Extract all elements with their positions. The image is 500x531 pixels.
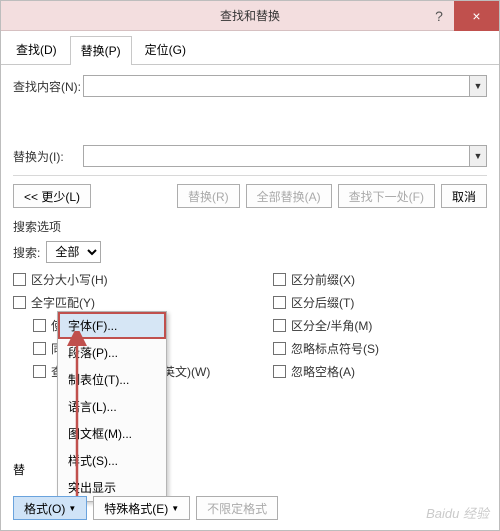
- close-button[interactable]: ×: [454, 1, 499, 31]
- dialog-title: 查找和替换: [220, 7, 280, 24]
- find-dropdown-button[interactable]: ▼: [469, 75, 487, 97]
- format-button[interactable]: 格式(O)▼: [13, 496, 87, 520]
- replace-row: 替换为(I): ▼: [13, 145, 487, 167]
- chevron-down-icon: ▼: [474, 81, 483, 91]
- check-ignore-space[interactable]: 忽略空格(A): [273, 363, 379, 380]
- check-match-case[interactable]: 区分大小写(H): [13, 271, 273, 288]
- checkbox-icon: [273, 273, 286, 286]
- check-prefix[interactable]: 区分前缀(X): [273, 271, 379, 288]
- titlebar-buttons: ? ×: [424, 1, 499, 31]
- checkbox-icon: [13, 296, 26, 309]
- menu-style[interactable]: 样式(S)...: [58, 447, 166, 474]
- check-suffix[interactable]: 区分后缀(T): [273, 294, 379, 311]
- replace-combo: ▼: [83, 145, 487, 167]
- tabs: 查找(D) 替换(P) 定位(G): [1, 31, 499, 65]
- replace-dropdown-button[interactable]: ▼: [469, 145, 487, 167]
- search-scope-label: 搜索:: [13, 244, 40, 261]
- replace-label: 替换为(I):: [13, 148, 83, 165]
- check-ignore-punct[interactable]: 忽略标点符号(S): [273, 340, 379, 357]
- checkbox-icon: [33, 365, 46, 378]
- bottom-buttons: 格式(O)▼ 特殊格式(E)▼ 不限定格式: [13, 496, 278, 520]
- tab-replace[interactable]: 替换(P): [70, 36, 132, 65]
- help-button[interactable]: ?: [424, 1, 454, 31]
- search-scope-row: 搜索: 全部: [13, 241, 487, 263]
- check-whole-word[interactable]: 全字匹配(Y): [13, 294, 273, 311]
- check-full-half-width[interactable]: 区分全/半角(M): [273, 317, 379, 334]
- no-formatting-button[interactable]: 不限定格式: [196, 496, 278, 520]
- search-options-title: 搜索选项: [13, 218, 487, 235]
- find-replace-dialog: 查找和替换 ? × 查找(D) 替换(P) 定位(G) 查找内容(N): ▼ 替…: [0, 0, 500, 531]
- checkbox-icon: [273, 365, 286, 378]
- less-button[interactable]: << 更少(L): [13, 184, 91, 208]
- checkbox-icon: [273, 296, 286, 309]
- menu-language[interactable]: 语言(L)...: [58, 393, 166, 420]
- divider: [13, 175, 487, 176]
- cancel-button[interactable]: 取消: [441, 184, 487, 208]
- menu-tabs[interactable]: 制表位(T)...: [58, 366, 166, 393]
- watermark: Baidu 经验: [426, 503, 489, 522]
- replace-button[interactable]: 替换(R): [177, 184, 240, 208]
- search-scope-select[interactable]: 全部: [46, 241, 101, 263]
- checkbox-icon: [33, 319, 46, 332]
- checkbox-icon: [13, 273, 26, 286]
- tab-goto[interactable]: 定位(G): [134, 35, 197, 64]
- special-format-button[interactable]: 特殊格式(E)▼: [93, 496, 190, 520]
- options-right: 区分前缀(X) 区分后缀(T) 区分全/半角(M) 忽略标点符号(S) 忽略空格…: [273, 271, 379, 380]
- menu-font[interactable]: 字体(F)...: [58, 312, 166, 339]
- replace-all-button[interactable]: 全部替换(A): [246, 184, 332, 208]
- replace-input[interactable]: [83, 145, 469, 167]
- format-popup-menu: 字体(F)... 段落(P)... 制表位(T)... 语言(L)... 图文框…: [57, 311, 167, 502]
- menu-frame[interactable]: 图文框(M)...: [58, 420, 166, 447]
- find-input[interactable]: [83, 75, 469, 97]
- action-buttons: << 更少(L) 替换(R) 全部替换(A) 查找下一处(F) 取消: [13, 184, 487, 208]
- checkbox-icon: [33, 342, 46, 355]
- checkbox-icon: [273, 342, 286, 355]
- tab-find[interactable]: 查找(D): [5, 35, 68, 64]
- checkbox-icon: [273, 319, 286, 332]
- find-label: 查找内容(N):: [13, 78, 83, 95]
- caret-down-icon: ▼: [171, 504, 179, 513]
- chevron-down-icon: ▼: [474, 151, 483, 161]
- titlebar: 查找和替换 ? ×: [1, 1, 499, 31]
- find-next-button[interactable]: 查找下一处(F): [338, 184, 435, 208]
- find-row: 查找内容(N): ▼: [13, 75, 487, 97]
- find-combo: ▼: [83, 75, 487, 97]
- caret-down-icon: ▼: [68, 504, 76, 513]
- replace-section-marker: 替: [13, 461, 25, 478]
- menu-paragraph[interactable]: 段落(P)...: [58, 339, 166, 366]
